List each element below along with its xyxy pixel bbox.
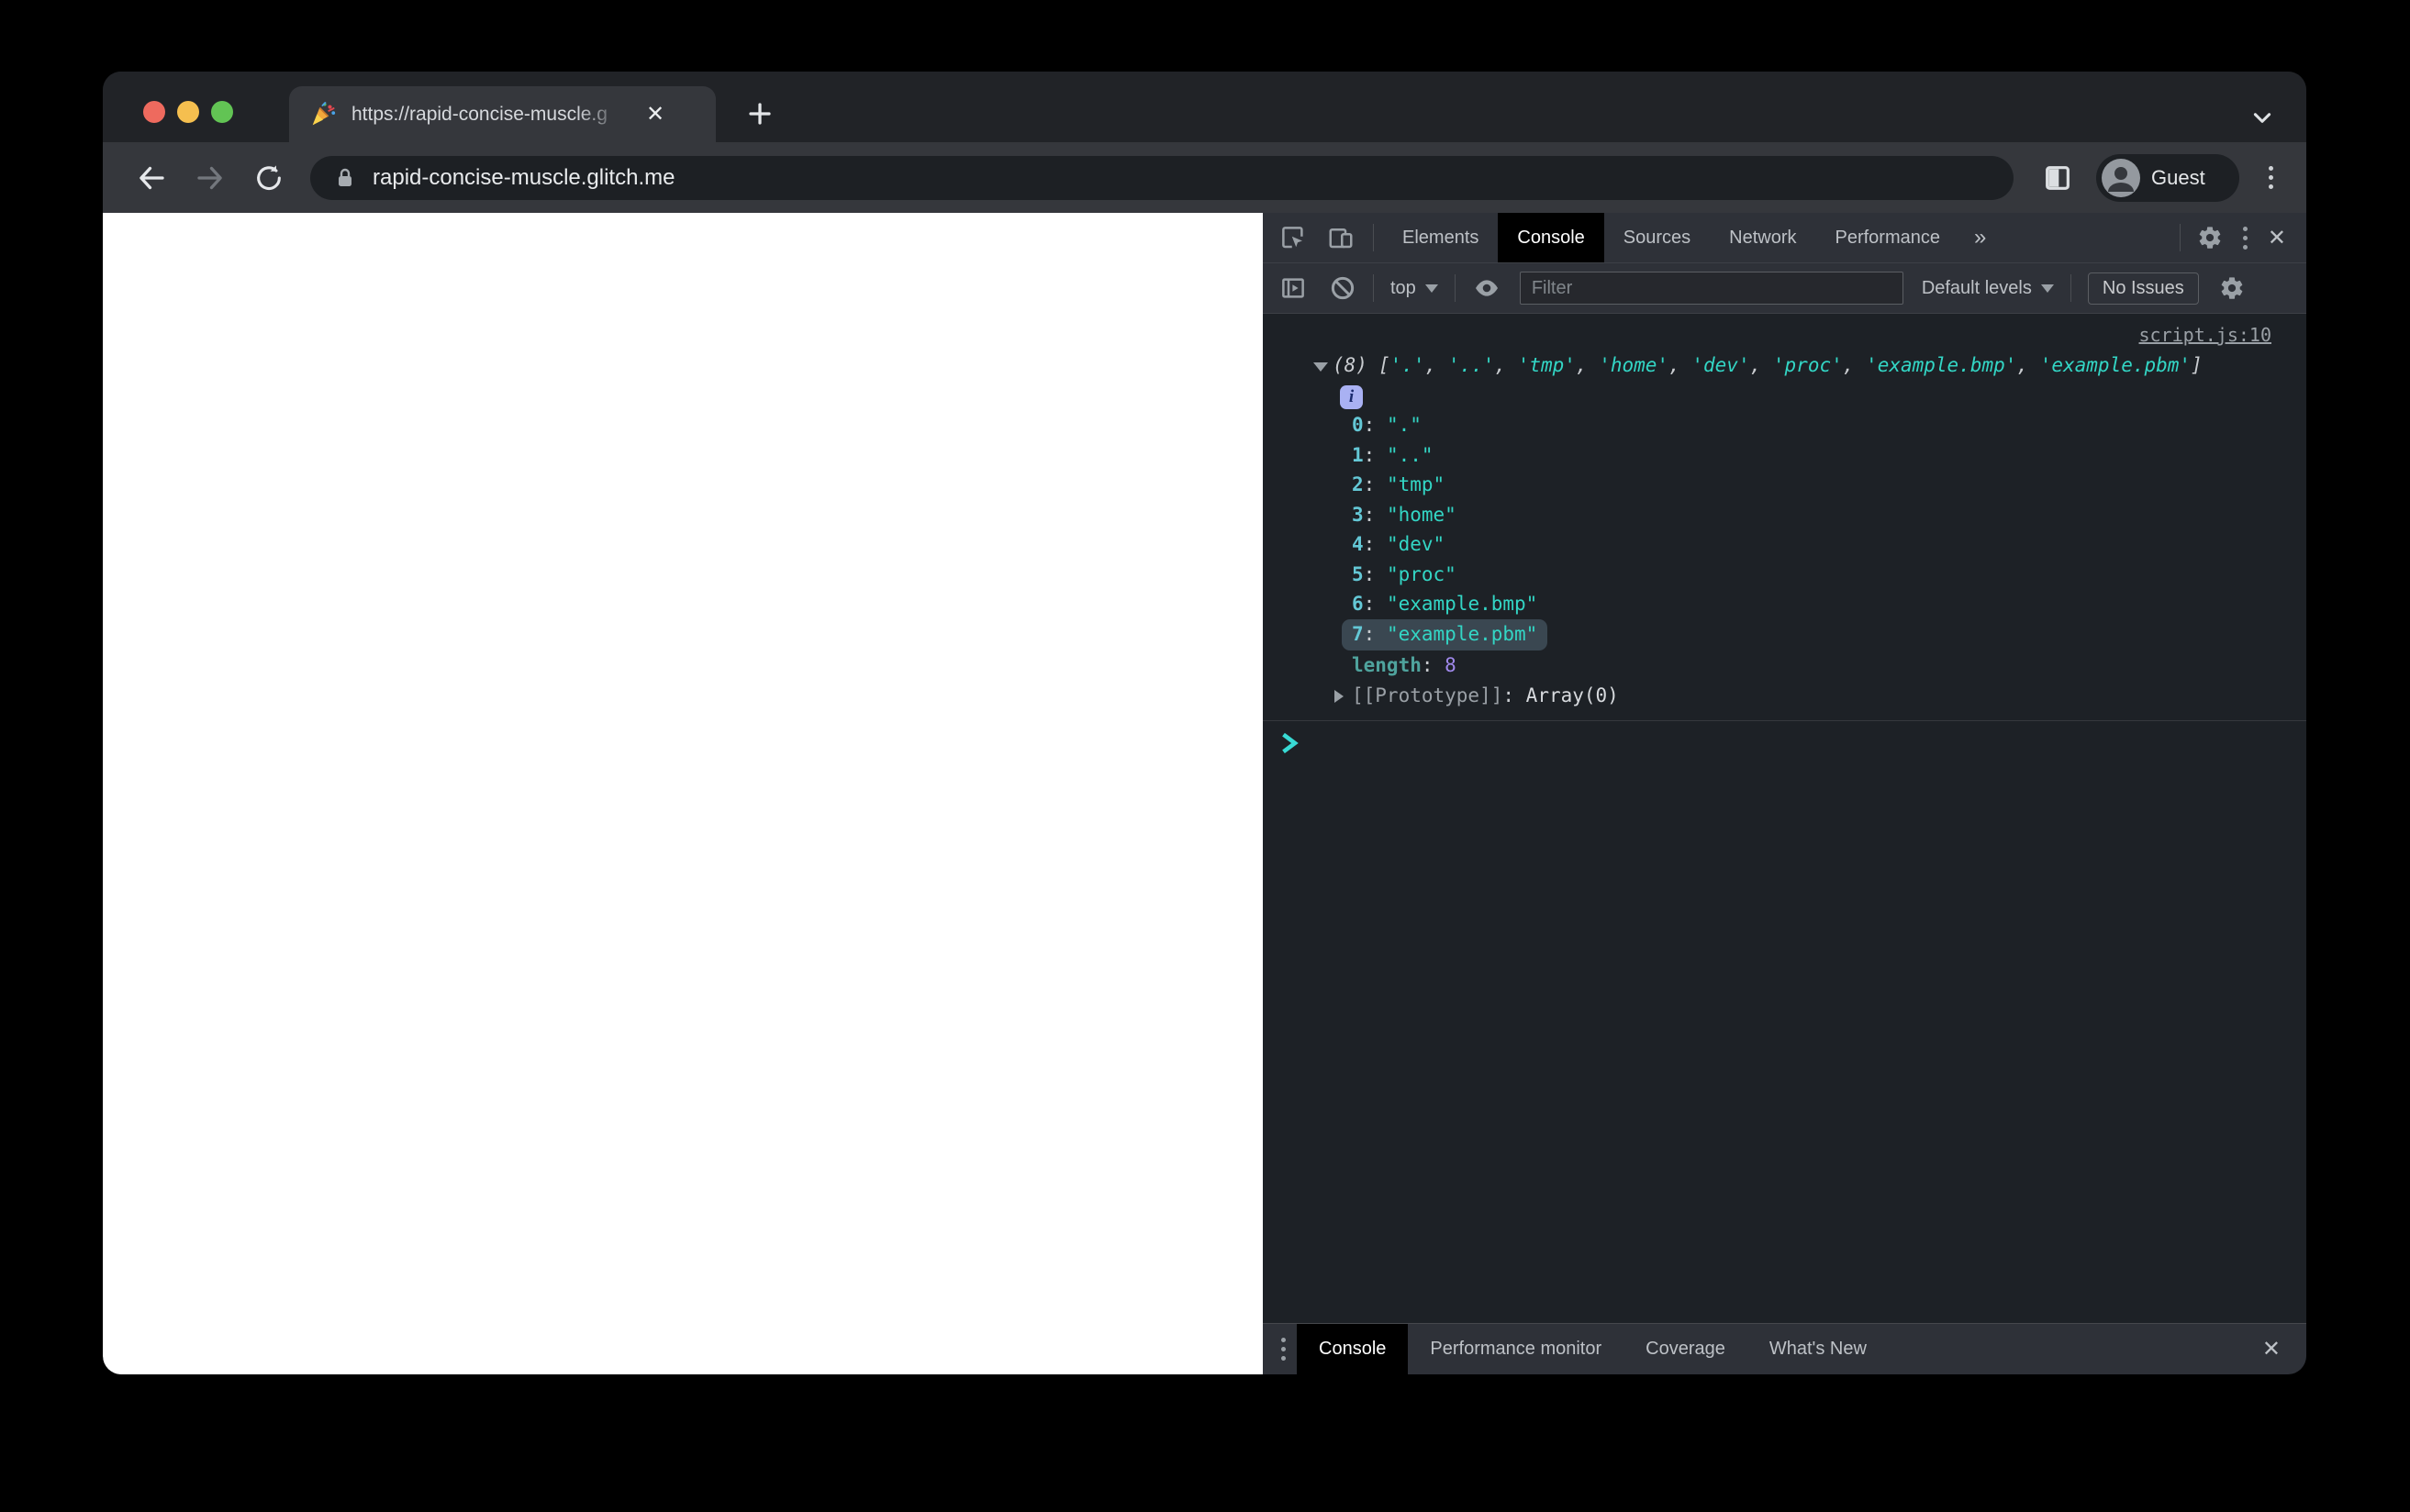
live-expression-button[interactable]: [1472, 273, 1501, 303]
window-controls: [143, 101, 233, 123]
context-selector[interactable]: top: [1390, 278, 1438, 299]
forward-button[interactable]: [193, 161, 228, 195]
arrow-right-icon: [197, 166, 222, 189]
more-panels-button[interactable]: »: [1959, 225, 2001, 250]
console-toolbar: top Default levels No Issues: [1263, 263, 2306, 314]
back-button[interactable]: [134, 161, 169, 195]
console-message-source: script.js:10: [1263, 323, 2306, 347]
array-entry: 0: ".": [1352, 414, 1422, 436]
console-prompt[interactable]: [1263, 721, 2306, 759]
array-entry: 5: "proc": [1352, 562, 1456, 585]
gear-icon: [2221, 277, 2243, 299]
devtools-settings-button[interactable]: [2188, 225, 2232, 250]
close-window-button[interactable]: [143, 101, 165, 123]
tab-strip: https://rapid-concise-muscle.g ✕: [103, 72, 2306, 142]
plus-icon: [749, 103, 771, 125]
array-entry: 4: "dev": [1352, 533, 1445, 555]
url-text: rapid-concise-muscle.glitch.me: [373, 164, 675, 190]
tab-close-icon[interactable]: ✕: [640, 99, 671, 130]
party-popper-icon: [312, 101, 336, 125]
drawer-menu-button[interactable]: [1270, 1338, 1297, 1361]
side-panel-icon: [2046, 165, 2070, 190]
expand-triangle-icon[interactable]: [1334, 689, 1344, 703]
info-badge-row: i: [1263, 382, 2306, 410]
collapse-triangle-icon[interactable]: [1313, 362, 1328, 372]
tab-performance[interactable]: Performance: [1816, 213, 1960, 262]
profile-button[interactable]: Guest: [2096, 153, 2239, 202]
address-bar[interactable]: rapid-concise-muscle.glitch.me: [310, 155, 2014, 200]
profile-label: Guest: [2151, 165, 2205, 189]
array-entry: 6: "example.bmp": [1352, 593, 1538, 615]
issues-counter[interactable]: No Issues: [2087, 272, 2199, 305]
array-length-row: length: 8: [1352, 654, 1456, 676]
arrow-left-icon: [139, 166, 164, 189]
browser-tab[interactable]: https://rapid-concise-muscle.g ✕: [289, 86, 716, 142]
drawer-close-button[interactable]: ✕: [2253, 1336, 2290, 1362]
browser-toolbar: rapid-concise-muscle.glitch.me Guest: [103, 142, 2306, 213]
device-toolbar-icon: [1329, 228, 1353, 249]
console-sidebar-button[interactable]: [1279, 274, 1307, 302]
page-viewport: [103, 213, 1263, 1374]
drawer-tab-performance-monitor[interactable]: Performance monitor: [1408, 1324, 1623, 1374]
inspect-cursor-icon: [1282, 227, 1303, 249]
chevron-down-icon: [2253, 113, 2271, 123]
console-settings-button[interactable]: [2219, 275, 2245, 301]
tab-elements[interactable]: Elements: [1383, 213, 1498, 262]
devtools-close-button[interactable]: ✕: [2259, 225, 2295, 251]
reload-button[interactable]: [251, 161, 286, 195]
context-label: top: [1390, 277, 1416, 298]
drawer-tab-coverage[interactable]: Coverage: [1623, 1324, 1747, 1374]
drawer-tab-whats-new[interactable]: What's New: [1747, 1324, 1889, 1374]
filter-input[interactable]: [1519, 272, 1903, 305]
browser-window: https://rapid-concise-muscle.g ✕ rapid-c…: [103, 72, 2306, 1374]
array-preview: (8) ['.', '..', 'tmp', 'home', 'dev', 'pr…: [1263, 350, 2306, 380]
tab-search-button[interactable]: [2246, 105, 2279, 130]
devtools-panel: Elements Console Sources Network Perform…: [1263, 213, 2306, 1374]
array-entry: 1: "..": [1352, 443, 1434, 466]
fullscreen-window-button[interactable]: [211, 101, 233, 123]
tab-title: https://rapid-concise-muscle.g: [351, 103, 627, 126]
reload-icon: [257, 164, 281, 190]
avatar-icon: [2102, 158, 2140, 197]
minimize-window-button[interactable]: [177, 101, 199, 123]
inspect-element-button[interactable]: [1279, 224, 1307, 251]
prompt-chevron-icon: [1282, 732, 1299, 753]
device-toolbar-button[interactable]: [1327, 224, 1355, 251]
caret-down-icon: [2040, 284, 2054, 293]
clear-icon: [1331, 276, 1355, 300]
lock-icon: [339, 168, 351, 186]
console-output: script.js:10 (8) ['.', '..', 'tmp', 'home…: [1263, 314, 2306, 1323]
tab-sources[interactable]: Sources: [1604, 213, 1710, 262]
array-entry: 2: "tmp": [1352, 473, 1445, 495]
log-levels-label: Default levels: [1921, 277, 2032, 298]
side-panel-button[interactable]: [2039, 160, 2076, 196]
devtools-menu-button[interactable]: [2232, 226, 2259, 250]
devtools-tabbar: Elements Console Sources Network Perform…: [1263, 213, 2306, 263]
console-sidebar-icon: [1282, 278, 1304, 298]
tab-console[interactable]: Console: [1498, 213, 1604, 262]
clear-console-button[interactable]: [1329, 274, 1356, 302]
source-link[interactable]: script.js:10: [2139, 324, 2272, 346]
tab-network[interactable]: Network: [1710, 213, 1815, 262]
drawer-tab-console[interactable]: Console: [1297, 1324, 1409, 1374]
log-levels-selector[interactable]: Default levels: [1922, 278, 2054, 299]
array-entry: 3: "home": [1352, 503, 1456, 526]
caret-down-icon: [1424, 284, 1438, 293]
browser-menu-button[interactable]: [2261, 159, 2281, 196]
info-icon[interactable]: i: [1340, 385, 1363, 409]
eye-icon: [1475, 280, 1498, 296]
devtools-drawer: Console Performance monitor Coverage Wha…: [1263, 1323, 2306, 1374]
gear-icon: [2199, 227, 2221, 249]
prototype-row: [[Prototype]]: Array(0): [1263, 681, 2306, 711]
new-tab-button[interactable]: [734, 88, 786, 139]
array-entry-highlighted: 7: "example.pbm": [1263, 618, 2306, 650]
